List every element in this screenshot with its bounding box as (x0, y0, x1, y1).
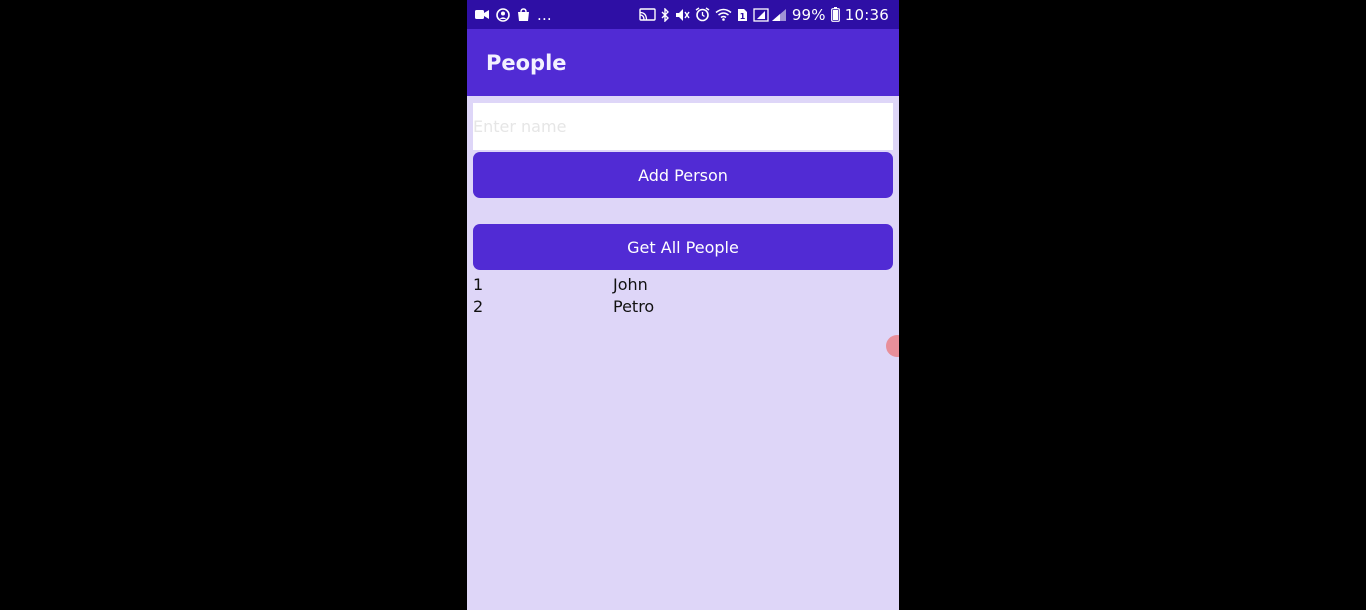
status-left: ... (467, 6, 552, 24)
name-input[interactable] (473, 103, 893, 150)
list-item[interactable]: 2 Petro (473, 295, 893, 317)
bluetooth-icon (661, 7, 670, 22)
mute-icon (675, 8, 690, 22)
list-item[interactable]: 1 John (473, 273, 893, 295)
people-list: 1 John 2 Petro (473, 273, 893, 317)
get-all-people-label: Get All People (627, 237, 739, 257)
cast-icon (639, 8, 656, 21)
account-circle-icon (496, 7, 510, 22)
touch-indicator (886, 335, 899, 357)
clock-time: 10:36 (844, 5, 889, 24)
video-icon (475, 9, 489, 20)
person-name: John (613, 274, 648, 294)
status-bar: ... 1 99% 10:36 (467, 0, 899, 29)
person-id: 2 (473, 296, 484, 316)
shopping-bag-icon (517, 7, 530, 22)
person-id: 1 (473, 274, 484, 294)
sim-icon: 1 (737, 8, 748, 22)
more-notifications: ... (537, 5, 552, 24)
alarm-icon (695, 7, 710, 22)
page-title: People (486, 50, 567, 75)
add-person-label: Add Person (638, 165, 728, 185)
add-person-button[interactable]: Add Person (473, 152, 893, 198)
battery-icon (830, 7, 840, 22)
person-name: Petro (613, 296, 655, 316)
wifi-icon (715, 8, 732, 21)
status-right: 1 99% 10:36 (639, 6, 899, 24)
svg-text:1: 1 (740, 12, 746, 21)
phone-screen: ... 1 99% 10:36 People Enter name Add Pe… (467, 0, 899, 610)
battery-percent: 99% (791, 5, 826, 24)
get-all-people-button[interactable]: Get All People (473, 224, 893, 270)
app-bar: People (467, 29, 899, 96)
signal-icon (753, 7, 787, 22)
